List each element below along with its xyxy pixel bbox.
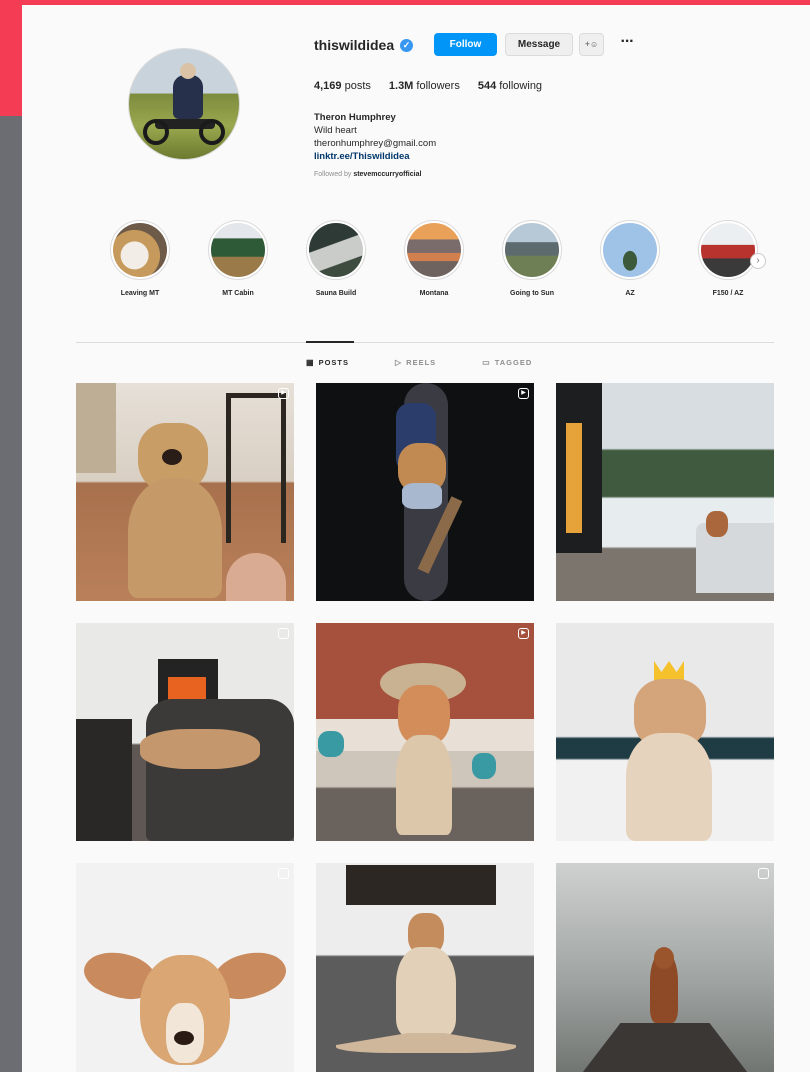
profile-tabs: ▦ POSTS ▷ REELS ▭ TAGGED	[306, 358, 532, 367]
tagged-icon: ▭	[482, 358, 491, 367]
post-thumbnail[interactable]	[76, 863, 294, 1072]
bio-tagline: Wild heart	[314, 125, 357, 136]
reel-icon: ▶	[278, 388, 289, 399]
tabs-divider	[76, 342, 774, 343]
side-accent-red	[0, 0, 22, 116]
post-thumbnail[interactable]	[556, 623, 774, 841]
profile-username: thiswildidea	[314, 37, 395, 53]
bio-full-name: Theron Humphrey	[314, 112, 396, 123]
follow-button[interactable]: Follow	[434, 33, 497, 56]
more-horizontal-icon[interactable]: ···	[616, 33, 638, 56]
profile-avatar[interactable]	[128, 48, 240, 160]
message-button[interactable]: Message	[505, 33, 573, 56]
followed-by-text[interactable]: Followed by stevemccurryofficial	[314, 171, 421, 178]
highlight-item[interactable]: Sauna Build	[296, 220, 376, 297]
highlight-item[interactable]: Going to Sun	[492, 220, 572, 297]
highlight-item[interactable]: MT Cabin	[198, 220, 278, 297]
reels-icon: ▷	[395, 358, 403, 367]
profile-page: thiswildidea ✓ Follow Message +☺ ··· 4,1…	[22, 5, 810, 1072]
multiple-posts-icon	[758, 868, 769, 879]
add-person-icon[interactable]: +☺	[579, 33, 604, 56]
posts-stat[interactable]: 4,169 posts	[314, 80, 371, 92]
profile-stats: 4,169 posts 1.3M followers 544 following	[314, 80, 542, 92]
following-stat[interactable]: 544 following	[478, 80, 542, 92]
highlight-item[interactable]: AZ	[590, 220, 670, 297]
side-accent-gray	[0, 116, 22, 1072]
post-thumbnail[interactable]	[556, 863, 774, 1072]
chevron-right-icon[interactable]: ›	[750, 253, 766, 269]
highlight-item[interactable]: Leaving MT	[100, 220, 180, 297]
reel-icon: ▶	[518, 628, 529, 639]
grid-icon: ▦	[306, 358, 315, 367]
active-tab-indicator	[306, 341, 354, 343]
profile-bio: Theron Humphrey Wild heart theronhumphre…	[314, 111, 574, 163]
post-thumbnail[interactable]: ▶	[316, 623, 534, 841]
post-thumbnail[interactable]	[316, 863, 534, 1072]
multiple-posts-icon	[278, 868, 289, 879]
reel-icon: ▶	[518, 388, 529, 399]
tab-tagged[interactable]: ▭ TAGGED	[482, 358, 532, 367]
post-thumbnail[interactable]	[556, 383, 774, 601]
bio-link[interactable]: linktr.ee/Thiswildidea	[314, 150, 574, 163]
followers-stat[interactable]: 1.3M followers	[389, 80, 460, 92]
highlight-item[interactable]: Montana	[394, 220, 474, 297]
post-thumbnail[interactable]: ▶	[316, 383, 534, 601]
post-thumbnail[interactable]	[76, 623, 294, 841]
bio-email: theronhumphrey@gmail.com	[314, 138, 437, 149]
check-badge-icon: ✓	[400, 39, 413, 52]
tab-posts[interactable]: ▦ POSTS	[306, 358, 349, 367]
post-thumbnail[interactable]: ▶	[76, 383, 294, 601]
tab-reels[interactable]: ▷ REELS	[395, 358, 436, 367]
multiple-posts-icon	[278, 628, 289, 639]
story-highlights: Leaving MT MT Cabin Sauna Build Montana …	[100, 220, 790, 300]
